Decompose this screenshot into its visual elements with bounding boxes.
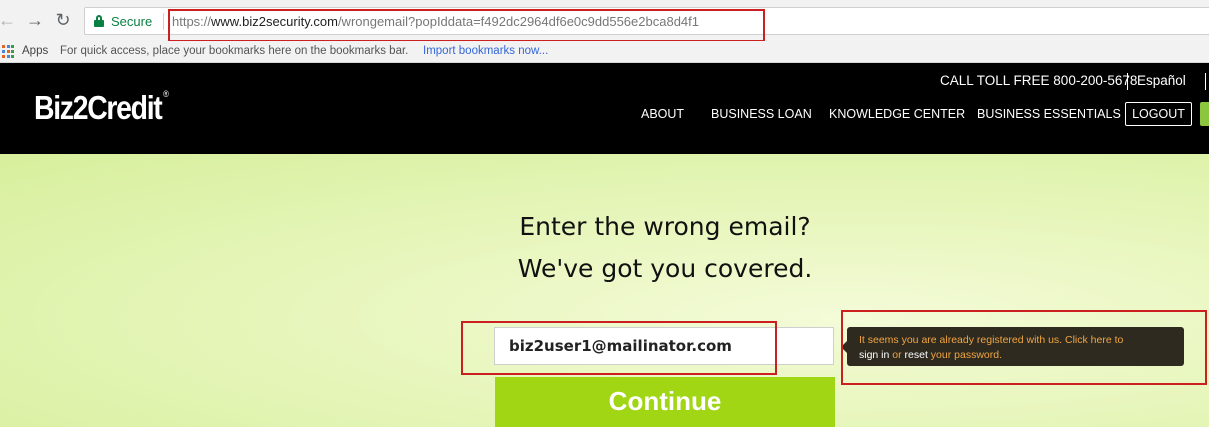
page-title: Enter the wrong email? We've got you cov… <box>0 206 1209 290</box>
toll-free-number: CALL TOLL FREE 800-200-5678 <box>940 73 1138 88</box>
secure-label: Secure <box>111 14 153 29</box>
logout-button[interactable]: LOGOUT <box>1125 102 1192 126</box>
biz2credit-logo[interactable]: Biz2Credit ® <box>34 89 169 127</box>
lock-icon <box>94 15 104 27</box>
title-line-1: Enter the wrong email? <box>519 212 811 241</box>
nav-knowledge-center[interactable]: KNOWLEDGE CENTER <box>829 107 965 121</box>
nav-about[interactable]: ABOUT <box>641 107 684 121</box>
continue-button[interactable]: Continue <box>495 377 835 427</box>
hero-section: Enter the wrong email? We've got you cov… <box>0 154 1209 427</box>
import-bookmarks-link[interactable]: Import bookmarks now... <box>423 45 548 57</box>
header-divider <box>1127 73 1128 90</box>
green-action-button[interactable] <box>1200 102 1209 126</box>
reload-icon[interactable]: ↻ <box>52 9 74 31</box>
logo-text: Biz2Credit <box>34 89 163 126</box>
back-arrow-icon[interactable]: ← <box>0 9 18 31</box>
site-header: Biz2Credit ® CALL TOLL FREE 800-200-5678 … <box>0 63 1209 154</box>
language-link[interactable]: Español <box>1137 73 1186 88</box>
forward-arrow-icon[interactable]: → <box>24 9 46 31</box>
nav-business-essentials[interactable]: BUSINESS ESSENTIALS <box>977 107 1121 121</box>
apps-shortcut[interactable]: Apps <box>22 45 48 57</box>
browser-toolbar: ← → ↻ Secure https://www.biz2security.co… <box>0 0 1209 42</box>
address-divider <box>163 13 164 30</box>
bookmarks-bar: Apps For quick access, place your bookma… <box>0 41 1209 63</box>
nav-business-loan[interactable]: BUSINESS LOAN <box>711 107 812 121</box>
url-annotation-box <box>168 9 765 42</box>
header-divider <box>1205 73 1206 90</box>
bookmarks-hint: For quick access, place your bookmarks h… <box>60 45 409 57</box>
email-annotation-box <box>461 321 777 375</box>
apps-grid-icon[interactable] <box>2 45 16 59</box>
tooltip-annotation-box <box>841 310 1207 385</box>
registered-mark: ® <box>163 89 169 99</box>
title-line-2: We've got you covered. <box>517 254 813 283</box>
